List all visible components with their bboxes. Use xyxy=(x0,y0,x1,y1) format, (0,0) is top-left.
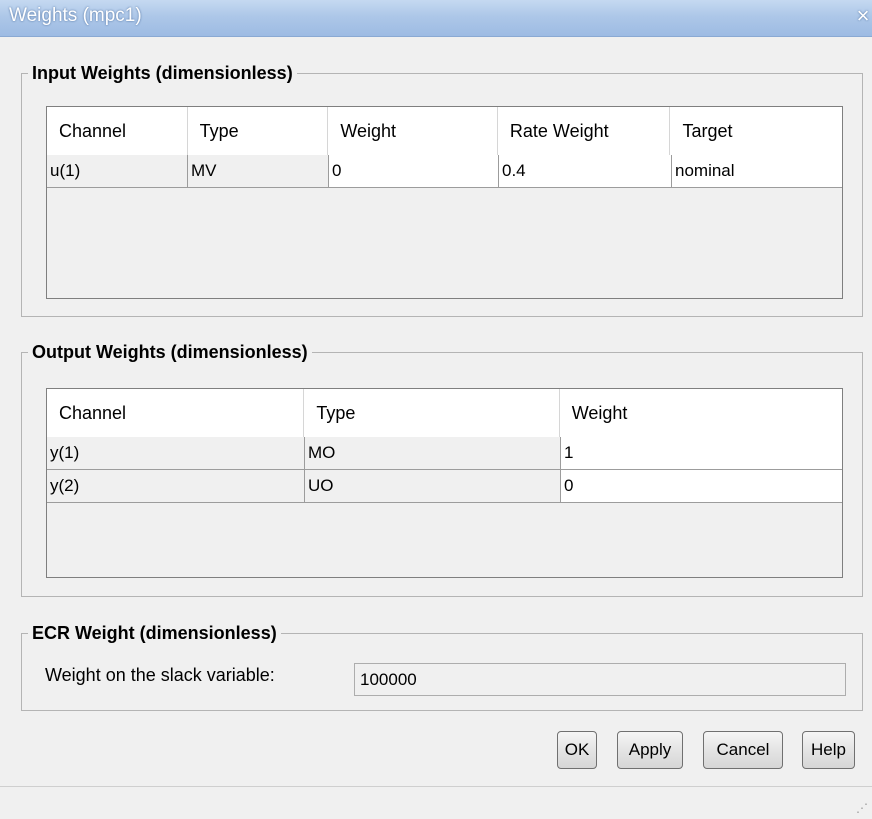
column-header-target[interactable]: Target xyxy=(670,107,842,155)
output-weights-header: Channel Type Weight xyxy=(47,389,842,437)
column-header-type[interactable]: Type xyxy=(187,107,329,155)
ecr-weight-title: ECR Weight (dimensionless) xyxy=(28,621,281,645)
cell-type: MV xyxy=(188,155,329,188)
ecr-weight-group: ECR Weight (dimensionless) Weight on the… xyxy=(21,621,863,711)
column-header-rate-weight[interactable]: Rate Weight xyxy=(497,107,671,155)
close-icon[interactable]: × xyxy=(854,4,872,28)
column-header-channel[interactable]: Channel xyxy=(47,389,305,437)
column-header-type[interactable]: Type xyxy=(304,389,560,437)
ok-button[interactable]: OK xyxy=(557,731,597,769)
table-row: u(1) MV 0 0.4 nominal xyxy=(47,155,842,188)
cell-channel: y(2) xyxy=(47,470,305,503)
cancel-button[interactable]: Cancel xyxy=(703,731,783,769)
window-title: Weights (mpc1) xyxy=(9,5,142,26)
table-row: y(1) MO 1 xyxy=(47,437,842,470)
cell-weight-input[interactable]: 0 xyxy=(329,155,499,188)
output-weights-group: Output Weights (dimensionless) Channel T… xyxy=(21,340,863,597)
output-weights-title: Output Weights (dimensionless) xyxy=(28,340,312,364)
cell-channel: u(1) xyxy=(47,155,188,188)
cell-target-input[interactable]: nominal xyxy=(672,155,842,188)
help-button[interactable]: Help xyxy=(802,731,855,769)
column-header-weight[interactable]: Weight xyxy=(559,389,842,437)
cell-type: UO xyxy=(305,470,561,503)
cell-weight-input[interactable]: 0 xyxy=(561,470,842,503)
cell-channel: y(1) xyxy=(47,437,305,470)
status-bar: ⋰ xyxy=(0,786,872,819)
input-weights-table: Channel Type Weight Rate Weight Target u… xyxy=(46,106,843,299)
apply-button[interactable]: Apply xyxy=(617,731,683,769)
input-weights-header: Channel Type Weight Rate Weight Target xyxy=(47,107,842,155)
slack-weight-input[interactable]: 100000 xyxy=(354,663,846,696)
output-weights-table: Channel Type Weight y(1) MO 1 y(2) UO 0 xyxy=(46,388,843,578)
table-row: y(2) UO 0 xyxy=(47,470,842,503)
column-header-weight[interactable]: Weight xyxy=(328,107,498,155)
cell-type: MO xyxy=(305,437,561,470)
cell-weight-input[interactable]: 1 xyxy=(561,437,842,470)
slack-weight-label: Weight on the slack variable: xyxy=(45,665,275,685)
column-header-channel[interactable]: Channel xyxy=(47,107,188,155)
title-bar: Weights (mpc1) × xyxy=(0,0,872,37)
input-weights-title: Input Weights (dimensionless) xyxy=(28,61,297,85)
input-weights-group: Input Weights (dimensionless) Channel Ty… xyxy=(21,61,863,317)
cell-rate-weight-input[interactable]: 0.4 xyxy=(499,155,672,188)
resize-grip-icon[interactable]: ⋰ xyxy=(856,802,868,814)
